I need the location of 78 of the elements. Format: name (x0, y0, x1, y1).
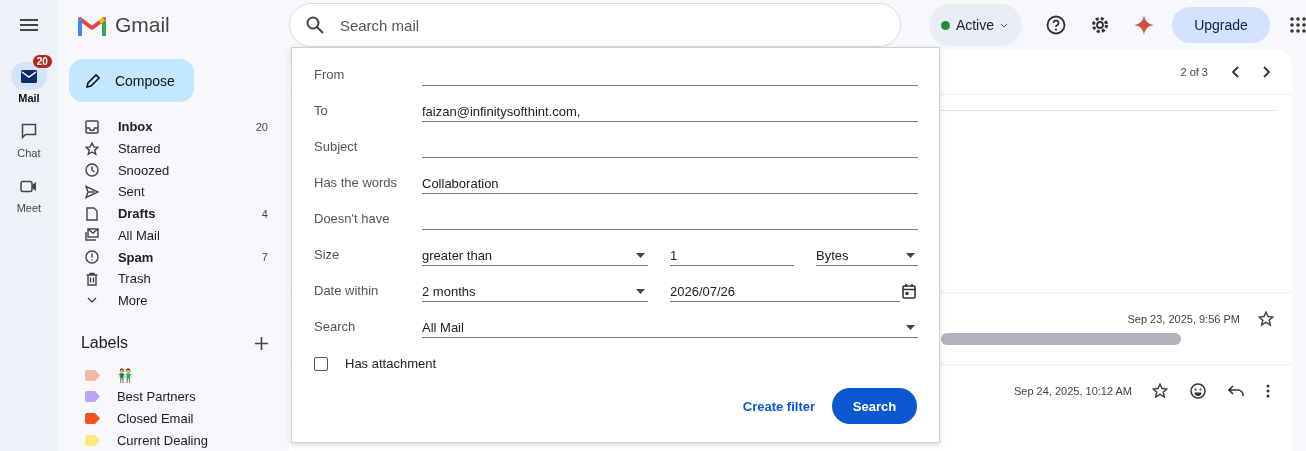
folder-item[interactable]: Inbox 20 (68, 116, 289, 138)
checkbox-label: Has attachment (345, 356, 437, 371)
add-icon[interactable] (254, 336, 268, 350)
date-field[interactable]: 2026/07/26 (670, 281, 900, 302)
mail-stack-icon (84, 228, 99, 243)
trash-icon (84, 271, 99, 286)
folder-item[interactable]: Spam 7 (68, 246, 289, 268)
inbox-icon (84, 119, 99, 134)
search-button[interactable]: Search (832, 388, 917, 424)
rail-label: Chat (17, 147, 41, 159)
star-icon[interactable] (1258, 311, 1274, 328)
checkbox[interactable] (314, 356, 328, 371)
folder-item[interactable]: All Mail (68, 224, 289, 247)
folder-item[interactable]: More (68, 289, 289, 312)
sparkle-icon[interactable] (1134, 15, 1154, 36)
field-label: Search (314, 318, 357, 336)
label-item[interactable]: Closed Email (68, 407, 289, 430)
gmail-logo-icon (77, 14, 106, 36)
message-date: Sep 24, 2025, 10:12 AM (1013, 385, 1132, 398)
caret-icon (1000, 22, 1008, 28)
dropdown[interactable]: Bytes (816, 245, 918, 266)
calendar-icon[interactable] (902, 284, 916, 299)
status-button[interactable]: Active (928, 4, 1022, 47)
unread-count-badge: 20 (31, 54, 53, 69)
folder-item[interactable]: Starred (68, 137, 289, 160)
labels-heading: Labels (80, 334, 129, 353)
mail-icon (20, 69, 37, 83)
field-label: Date within (314, 282, 380, 300)
input-field[interactable]: Collaboration (422, 173, 918, 194)
document-icon (84, 206, 99, 221)
folder-item[interactable]: Sent (68, 181, 289, 203)
clock-icon (84, 163, 99, 178)
rail-label: Meet (16, 202, 42, 214)
star-icon (84, 141, 99, 156)
caret-icon (636, 252, 645, 258)
upgrade-button[interactable]: Upgrade (1172, 7, 1270, 44)
emoji-icon[interactable] (1190, 383, 1206, 400)
more-options-icon[interactable] (1266, 384, 1270, 399)
page-counter: 2 of 3 (1180, 66, 1208, 79)
folder-item[interactable]: Drafts 4 (68, 202, 289, 225)
caret-icon (906, 252, 915, 258)
chat-icon (20, 123, 37, 139)
rail-label: Mail (18, 92, 40, 104)
field-label: Size (314, 246, 341, 264)
app-name: Gmail (114, 13, 170, 38)
chevron-left-icon[interactable] (1232, 66, 1240, 79)
folder-item[interactable]: Trash (68, 267, 289, 290)
pencil-icon (84, 72, 101, 89)
field-label: Doesn't have (314, 210, 391, 228)
dropdown[interactable]: 2 months (422, 281, 648, 302)
create-filter-link[interactable]: Create filter (742, 398, 815, 414)
chevron-right-icon[interactable] (1262, 66, 1270, 79)
help-icon[interactable] (1046, 15, 1066, 36)
label-item[interactable]: Current Dealing (68, 429, 289, 451)
message-date: Sep 23, 2025, 9:56 PM (1127, 313, 1240, 326)
settings-icon[interactable] (1090, 15, 1110, 36)
star-icon[interactable] (1152, 383, 1168, 400)
search-icon[interactable] (305, 16, 324, 35)
field-label: To (314, 102, 329, 120)
label-item[interactable]: Best Partners (68, 385, 289, 408)
compose-button[interactable]: Compose (68, 59, 194, 103)
field-label: Subject (314, 138, 359, 156)
video-camera-icon (20, 179, 38, 193)
field-label: From (314, 66, 346, 84)
field-label: Has the words (314, 174, 399, 192)
dropdown[interactable]: greater than (422, 245, 648, 266)
folder-item[interactable]: Snoozed (68, 159, 289, 182)
input-field[interactable]: faizan@infinitysofthint.com, (422, 101, 918, 122)
apps-grid-icon[interactable] (1290, 17, 1306, 34)
search-field[interactable]: Search mail (288, 3, 901, 48)
caret-icon (906, 324, 915, 330)
menu-icon[interactable] (19, 19, 38, 31)
alert-icon (84, 250, 99, 265)
send-icon (84, 184, 99, 199)
reply-icon[interactable] (1228, 385, 1244, 398)
dropdown[interactable]: All Mail (422, 317, 918, 338)
input-field[interactable]: 1 (670, 245, 794, 266)
caret-icon (636, 288, 645, 294)
